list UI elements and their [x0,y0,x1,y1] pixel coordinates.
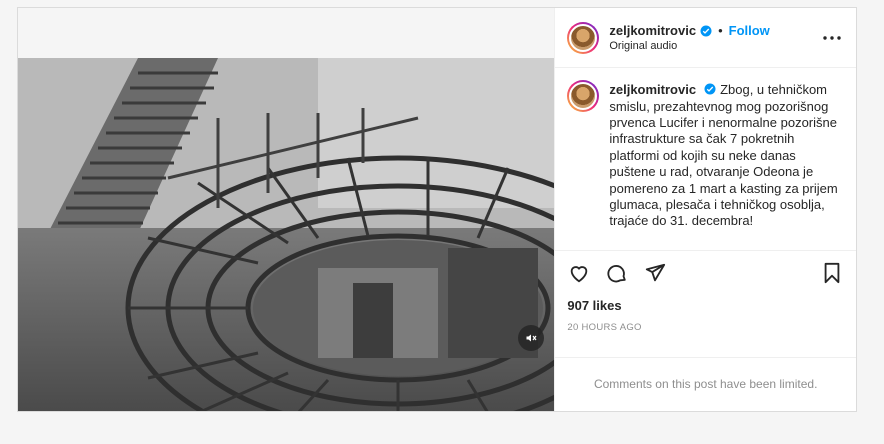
comment-icon[interactable] [605,261,629,285]
caption-verified-badge-icon [704,83,716,95]
author-username[interactable]: zeljkomitrovic [609,23,696,38]
caption-body: zeljkomitrovic Zbog, u tehničkom smislu, … [609,82,844,250]
caption-username[interactable]: zeljkomitrovic [609,82,696,97]
audio-label[interactable]: Original audio [609,40,820,52]
mute-button[interactable] [518,325,544,351]
post-timestamp[interactable]: 20 HOURS AGO [555,322,856,333]
mute-icon [525,332,537,344]
caption-text: Zbog, u tehničkom smislu, prezahtevnog m… [609,82,838,229]
instagram-embed-post: zeljkomitrovic • Follow Original audio z… [17,7,857,412]
caption-avatar[interactable] [567,80,600,113]
verified-badge-icon [700,25,712,37]
likes-count[interactable]: 907 likes [555,298,856,313]
comments-limited-notice: Comments on this post have been limited. [555,356,856,411]
follow-button[interactable]: Follow [729,23,770,38]
share-icon[interactable] [643,261,667,285]
header-text: zeljkomitrovic • Follow Original audio [609,23,820,52]
more-options-icon[interactable] [820,35,844,40]
action-bar [555,251,856,296]
avatar[interactable] [567,21,600,54]
post-header: zeljkomitrovic • Follow Original audio [555,8,856,69]
user-row: zeljkomitrovic • Follow [609,23,820,38]
post-caption: zeljkomitrovic Zbog, u tehničkom smislu, … [555,68,856,251]
post-video[interactable] [18,58,555,411]
media-top-bar [18,8,555,58]
post-media [18,8,556,411]
post-sidebar: zeljkomitrovic • Follow Original audio z… [555,8,856,411]
heart-icon[interactable] [567,261,591,285]
construction-scene-image [18,58,555,411]
separator-dot: • [718,23,723,39]
bookmark-icon[interactable] [820,261,844,285]
